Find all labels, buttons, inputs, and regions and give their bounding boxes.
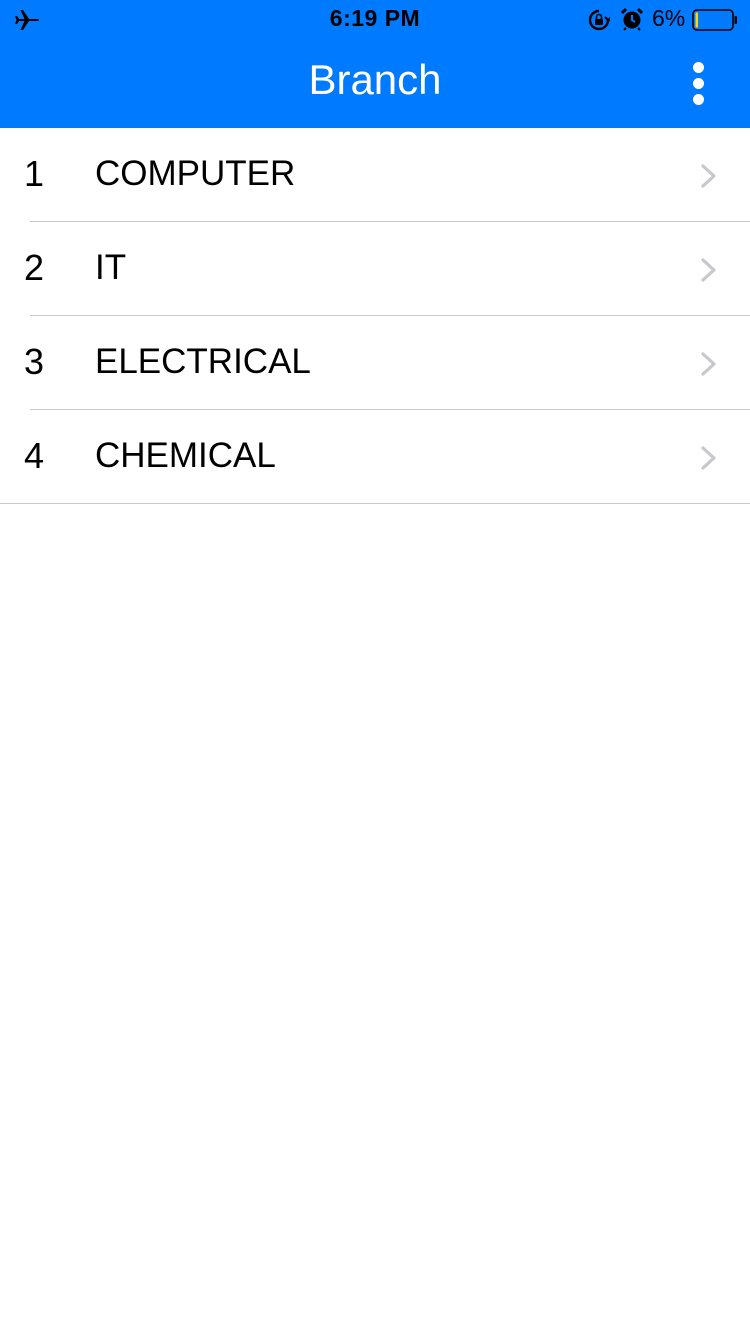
branch-row-electrical[interactable]: 3 ELECTRICAL bbox=[0, 316, 750, 410]
alarm-icon bbox=[620, 7, 644, 31]
more-vertical-icon-dot-bottom bbox=[693, 94, 704, 105]
more-vertical-icon-dot-middle bbox=[693, 78, 704, 89]
row-separator bbox=[0, 503, 750, 504]
branch-number: 4 bbox=[24, 435, 45, 476]
branch-name: COMPUTER bbox=[95, 154, 296, 193]
branch-number: 2 bbox=[24, 247, 45, 288]
top-bar: 6:19 PM 6% Branch bbox=[0, 0, 750, 128]
battery-icon bbox=[692, 9, 737, 31]
branch-name: CHEMICAL bbox=[95, 436, 276, 475]
more-vertical-icon-dot-top bbox=[693, 62, 704, 73]
branch-name: ELECTRICAL bbox=[95, 342, 311, 381]
more-options-button[interactable] bbox=[678, 58, 718, 108]
branch-row-it[interactable]: 2 IT bbox=[0, 222, 750, 316]
battery-level bbox=[695, 12, 698, 28]
rotation-lock-icon bbox=[588, 9, 610, 31]
page-title: Branch bbox=[308, 56, 442, 103]
chevron-right-icon bbox=[701, 258, 716, 282]
branch-number: 1 bbox=[24, 153, 45, 194]
branch-row-computer[interactable]: 1 COMPUTER bbox=[0, 128, 750, 222]
battery-percent: 6% bbox=[652, 5, 686, 31]
branch-name: IT bbox=[95, 248, 127, 287]
branch-screen: 6:19 PM 6% Branch 1 COMPUTER 2 IT 3 ELEC… bbox=[0, 0, 750, 1334]
status-bar: 6:19 PM 6% bbox=[0, 0, 750, 40]
branch-row-chemical[interactable]: 4 CHEMICAL bbox=[0, 410, 750, 504]
branch-list: 1 COMPUTER 2 IT 3 ELECTRICAL 4 CHEMICAL bbox=[0, 128, 750, 504]
chevron-right-icon bbox=[701, 352, 716, 376]
branch-number: 3 bbox=[24, 341, 45, 382]
chevron-right-icon bbox=[701, 446, 716, 470]
chevron-right-icon bbox=[701, 164, 716, 188]
